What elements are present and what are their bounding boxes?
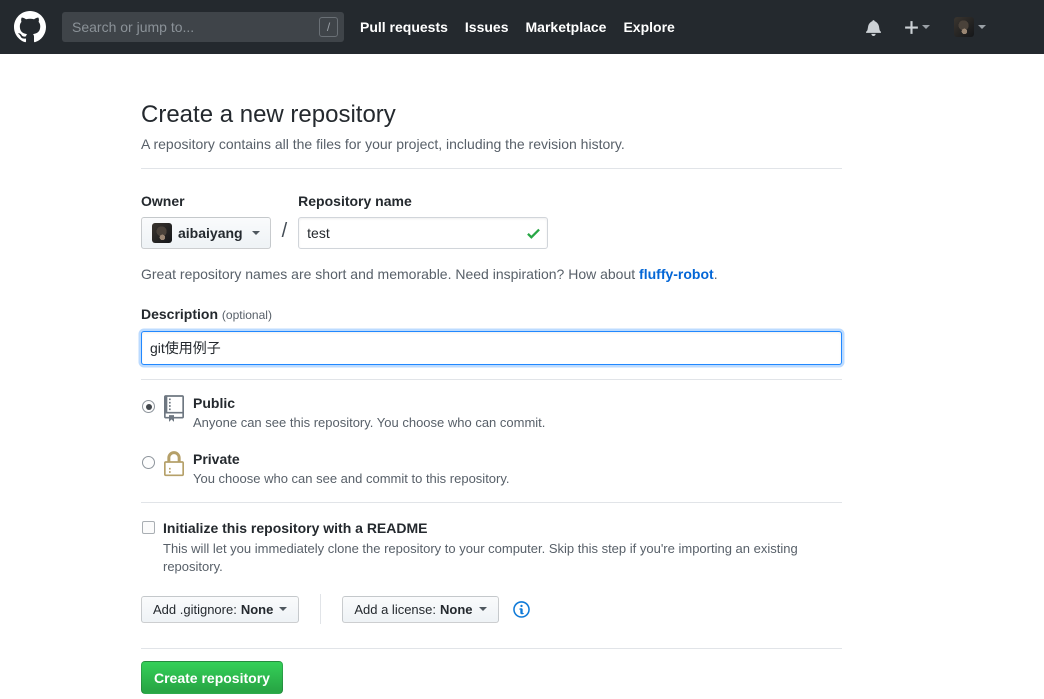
page-subtitle: A repository contains all the files for …: [141, 136, 625, 152]
hint-text: Great repository names are short and mem…: [141, 266, 640, 282]
create-new-dropdown[interactable]: [905, 19, 930, 36]
gitignore-button-label: Add .gitignore:: [153, 601, 237, 617]
suggested-name-link[interactable]: fluffy-robot: [639, 266, 714, 282]
avatar: [954, 17, 974, 37]
chevron-down-icon: [279, 607, 288, 611]
github-logo-icon[interactable]: [14, 11, 46, 43]
owner-avatar: [152, 223, 172, 243]
license-button-label: Add a license:: [354, 601, 437, 617]
owner-label: Owner: [141, 193, 185, 209]
header-nav: Pull requests Issues Marketplace Explore: [360, 19, 675, 35]
user-menu-dropdown[interactable]: [954, 17, 986, 37]
visibility-option-public: Public Anyone can see this repository. Y…: [141, 394, 842, 432]
create-repository-button[interactable]: Create repository: [141, 661, 283, 694]
page-title: Create a new repository: [141, 101, 396, 128]
divider: [141, 379, 842, 380]
chevron-down-icon: [251, 231, 260, 235]
repo-name-hint: Great repository names are short and mem…: [141, 264, 842, 284]
main-content: Create a new repository A repository con…: [0, 100, 1044, 694]
hint-period: .: [713, 266, 718, 282]
add-license-button[interactable]: Add a license: None: [342, 595, 499, 623]
readme-option: Initialize this repository with a README…: [141, 518, 842, 576]
readme-label[interactable]: Initialize this repository with a README: [163, 518, 842, 538]
readme-note: This will let you immediately clone the …: [163, 541, 798, 574]
public-label[interactable]: Public: [193, 394, 545, 413]
repo-name-label: Repository name: [298, 193, 412, 209]
private-radio[interactable]: [142, 456, 155, 469]
public-description: Anyone can see this repository. You choo…: [193, 415, 546, 430]
description-label: Description (optional): [141, 304, 842, 325]
repo-name-input[interactable]: [298, 217, 549, 249]
add-gitignore-button[interactable]: Add .gitignore: None: [141, 595, 300, 623]
info-icon[interactable]: [512, 600, 530, 619]
owner-repo-row: Owner aibaiyang / Repository name: [141, 191, 842, 249]
chevron-down-icon: [478, 607, 487, 611]
repo-name-field: Repository name: [298, 191, 549, 249]
nav-pull-requests[interactable]: Pull requests: [360, 19, 448, 35]
notifications-bell-icon[interactable]: [866, 19, 881, 36]
private-label[interactable]: Private: [193, 450, 510, 469]
nav-issues[interactable]: Issues: [465, 19, 509, 35]
global-header: / Pull requests Issues Marketplace Explo…: [0, 0, 1044, 54]
owner-repo-separator: /: [281, 220, 288, 242]
chevron-down-icon: [922, 25, 930, 29]
search-input[interactable]: [62, 12, 344, 42]
valid-check-icon: [527, 228, 541, 239]
header-search: /: [62, 12, 344, 42]
description-label-text: Description: [141, 306, 219, 322]
private-description: You choose who can see and commit to thi…: [193, 471, 510, 486]
public-radio[interactable]: [142, 400, 155, 413]
owner-select-button[interactable]: aibaiyang: [141, 217, 271, 249]
owner-field: Owner aibaiyang: [141, 191, 271, 249]
divider: [141, 168, 842, 169]
license-selected-value: None: [440, 601, 473, 617]
vertical-divider: [320, 594, 322, 624]
description-field: Description (optional): [141, 304, 842, 365]
readme-checkbox[interactable]: [142, 521, 155, 534]
plus-icon: [905, 20, 918, 34]
search-shortcut-badge: /: [319, 17, 338, 37]
repo-book-icon: [164, 395, 184, 422]
divider: [141, 502, 842, 503]
nav-explore[interactable]: Explore: [623, 19, 674, 35]
optional-note: (optional): [221, 308, 272, 322]
owner-name: aibaiyang: [178, 225, 243, 241]
description-input[interactable]: [141, 331, 842, 365]
header-right: [866, 17, 986, 37]
lock-icon: [164, 451, 184, 477]
gitignore-selected-value: None: [240, 601, 274, 617]
divider: [141, 648, 842, 649]
visibility-option-private: Private You choose who can see and commi…: [141, 450, 842, 488]
nav-marketplace[interactable]: Marketplace: [526, 19, 607, 35]
template-buttons-row: Add .gitignore: None Add a license: None: [141, 594, 842, 624]
chevron-down-icon: [978, 25, 986, 29]
